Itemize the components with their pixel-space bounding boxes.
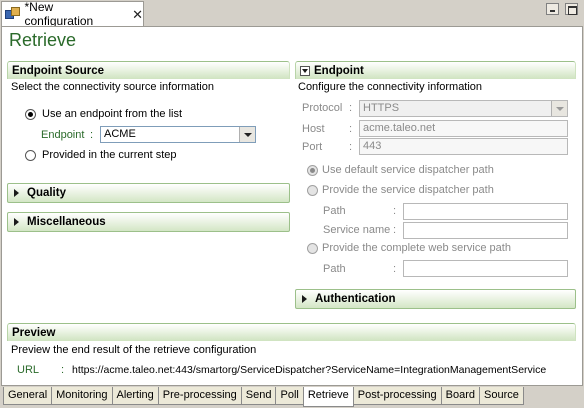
use-endpoint-list-radio[interactable] bbox=[25, 109, 36, 120]
chevron-down-icon bbox=[300, 65, 310, 76]
host-colon: : bbox=[349, 123, 353, 135]
tab-poll[interactable]: Poll bbox=[275, 387, 304, 405]
chevron-down-icon[interactable] bbox=[551, 101, 567, 116]
tab-pre-processing[interactable]: Pre-processing bbox=[157, 387, 242, 405]
authentication-title: Authentication bbox=[315, 293, 396, 305]
page-tabs: General Monitoring Alerting Pre-processi… bbox=[0, 387, 584, 408]
endpoint-title: Endpoint bbox=[314, 64, 364, 77]
provide-dispatcher-path-label: Provide the service dispatcher path bbox=[322, 184, 494, 196]
url-value: https://acme.taleo.net:443/smartorg/Serv… bbox=[72, 364, 547, 376]
preview-description: Preview the end result of the retrieve c… bbox=[11, 344, 257, 356]
tab-post-processing[interactable]: Post-processing bbox=[352, 387, 442, 405]
tab-board[interactable]: Board bbox=[440, 387, 481, 405]
quality-section-toggle[interactable]: Quality bbox=[7, 183, 290, 203]
maximize-button[interactable] bbox=[565, 3, 578, 15]
endpoint-source-header: Endpoint Source bbox=[7, 61, 290, 79]
complete-path-field[interactable] bbox=[403, 260, 568, 277]
endpoint-section-toggle[interactable]: Endpoint bbox=[295, 61, 576, 79]
endpoint-description: Configure the connectivity information bbox=[298, 81, 483, 93]
chevron-down-icon[interactable] bbox=[239, 127, 255, 142]
tab-retrieve[interactable]: Retrieve bbox=[302, 387, 354, 407]
service-name-field[interactable] bbox=[403, 222, 568, 239]
editor-tab-bar: *New configuration ✕ bbox=[0, 0, 584, 28]
close-icon[interactable]: ✕ bbox=[132, 8, 143, 21]
endpoint-source-description: Select the connectivity source informati… bbox=[11, 81, 214, 93]
retrieve-panel: Retrieve Endpoint Source Select the conn… bbox=[1, 26, 583, 386]
tab-send[interactable]: Send bbox=[240, 387, 277, 405]
protocol-select[interactable]: HTTPS bbox=[359, 100, 568, 117]
host-field[interactable]: acme.taleo.net bbox=[359, 120, 568, 137]
complete-service-path-label: Provide the complete web service path bbox=[322, 242, 511, 254]
path-colon: : bbox=[393, 205, 397, 217]
miscellaneous-section-toggle[interactable]: Miscellaneous bbox=[7, 212, 290, 232]
preview-title: Preview bbox=[12, 326, 56, 339]
endpoint-label: Endpoint bbox=[41, 129, 85, 141]
path2-colon: : bbox=[393, 263, 397, 275]
protocol-label: Protocol bbox=[302, 102, 343, 114]
port-label: Port bbox=[302, 141, 323, 153]
endpoint-select[interactable]: ACME bbox=[100, 126, 256, 143]
chevron-right-icon bbox=[302, 295, 307, 303]
chevron-right-icon bbox=[14, 218, 19, 226]
complete-service-path-radio[interactable] bbox=[307, 243, 318, 254]
chevron-right-icon bbox=[14, 189, 19, 197]
default-dispatcher-path-label: Use default service dispatcher path bbox=[322, 164, 494, 176]
url-label: URL bbox=[17, 364, 40, 376]
endpoint-colon: : bbox=[90, 129, 94, 141]
tab-monitoring[interactable]: Monitoring bbox=[51, 387, 113, 405]
protocol-select-value: HTTPS bbox=[363, 102, 400, 114]
service-name-colon: : bbox=[393, 224, 397, 236]
use-endpoint-list-label: Use an endpoint from the list bbox=[42, 108, 183, 120]
tab-source[interactable]: Source bbox=[479, 387, 524, 405]
provided-current-step-label: Provided in the current step bbox=[42, 149, 177, 161]
tab-general[interactable]: General bbox=[3, 387, 53, 405]
port-colon: : bbox=[349, 141, 353, 153]
miscellaneous-title: Miscellaneous bbox=[27, 216, 106, 228]
provide-dispatcher-path-radio[interactable] bbox=[307, 185, 318, 196]
service-name-label: Service name bbox=[323, 224, 391, 236]
page-title: Retrieve bbox=[9, 30, 77, 50]
tab-alerting[interactable]: Alerting bbox=[111, 387, 159, 405]
default-dispatcher-path-radio[interactable] bbox=[307, 165, 318, 176]
quality-title: Quality bbox=[27, 187, 66, 199]
editor-tab[interactable]: *New configuration ✕ bbox=[1, 0, 144, 28]
path-label: Path bbox=[323, 205, 346, 217]
protocol-colon: : bbox=[349, 102, 353, 114]
port-field[interactable]: 443 bbox=[359, 138, 568, 155]
endpoint-select-value: ACME bbox=[104, 128, 136, 140]
path-field[interactable] bbox=[403, 203, 568, 220]
configuration-icon bbox=[5, 7, 21, 21]
path2-label: Path bbox=[323, 263, 346, 275]
minimize-button[interactable] bbox=[546, 3, 559, 15]
editor-tab-title: *New configuration bbox=[24, 0, 94, 28]
provided-current-step-radio[interactable] bbox=[25, 150, 36, 161]
preview-header: Preview bbox=[7, 323, 576, 341]
endpoint-source-title: Endpoint Source bbox=[12, 64, 104, 77]
url-colon: : bbox=[61, 364, 65, 376]
host-label: Host bbox=[302, 123, 325, 135]
authentication-section-toggle[interactable]: Authentication bbox=[295, 289, 576, 309]
